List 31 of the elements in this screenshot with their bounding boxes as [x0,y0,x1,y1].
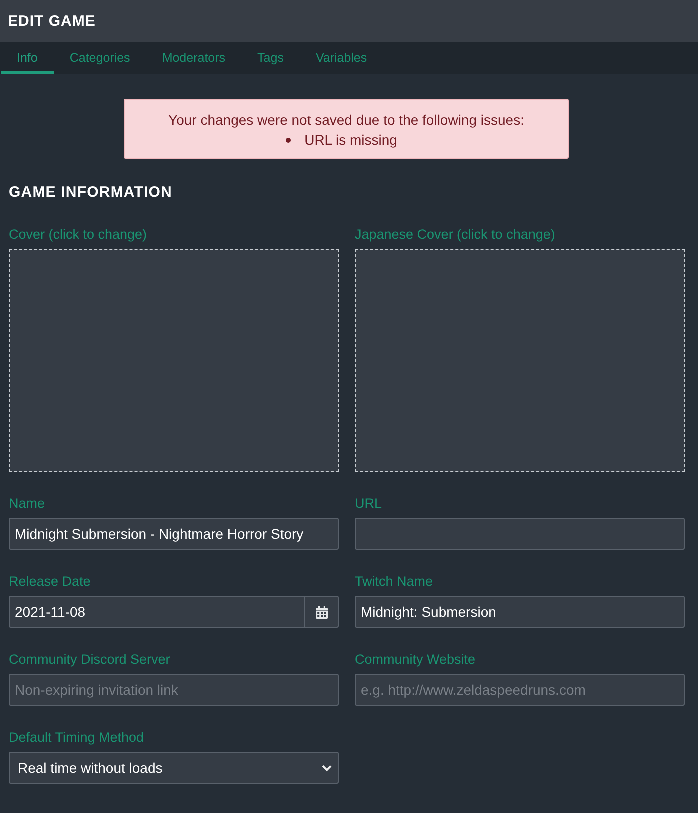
field-label: Release Date [9,573,92,591]
issue-text: URL is missing [304,131,398,150]
page-title: EDIT GAME [8,12,96,30]
cover-upload-area[interactable] [355,249,685,472]
chevron-down-icon [322,764,332,772]
tab[interactable]: Moderators [146,42,242,74]
input-field[interactable]: Non-expiring invitation link [9,674,339,706]
field-label: Community Website [355,651,477,669]
calendar-button[interactable] [305,596,339,628]
field-label: Cover (click to change) [9,226,148,244]
cover-upload-area[interactable] [9,249,339,472]
alert-message: Your changes were not saved due to the following issues: [168,111,526,130]
tab[interactable]: Info [1,42,54,74]
field-label: Twitch Name [355,573,434,591]
tab[interactable]: Tags [242,42,300,74]
field-label: Name [9,495,46,513]
tab[interactable]: Categories [54,42,146,74]
input-field[interactable]: Midnight: Submersion [355,596,685,628]
date-field[interactable]: 2021-11-08 [9,596,305,628]
tab[interactable]: Variables [300,42,384,74]
section-heading: GAME INFORMATION [9,183,174,203]
field-label: Community Discord Server [9,651,172,669]
field-label: Default Timing Method [9,729,146,747]
calendar-icon [316,606,328,618]
dropdown[interactable]: Real time without loads [9,752,339,784]
input-field[interactable]: e.g. http://www.zeldaspeedruns.com [355,674,685,706]
bullet-icon [286,138,291,142]
field-label: URL [355,495,384,513]
input-field[interactable]: Midnight Submersion - Nightmare Horror Story [9,518,339,550]
input-field[interactable] [355,518,685,550]
field-label: Japanese Cover (click to change) [355,226,556,244]
